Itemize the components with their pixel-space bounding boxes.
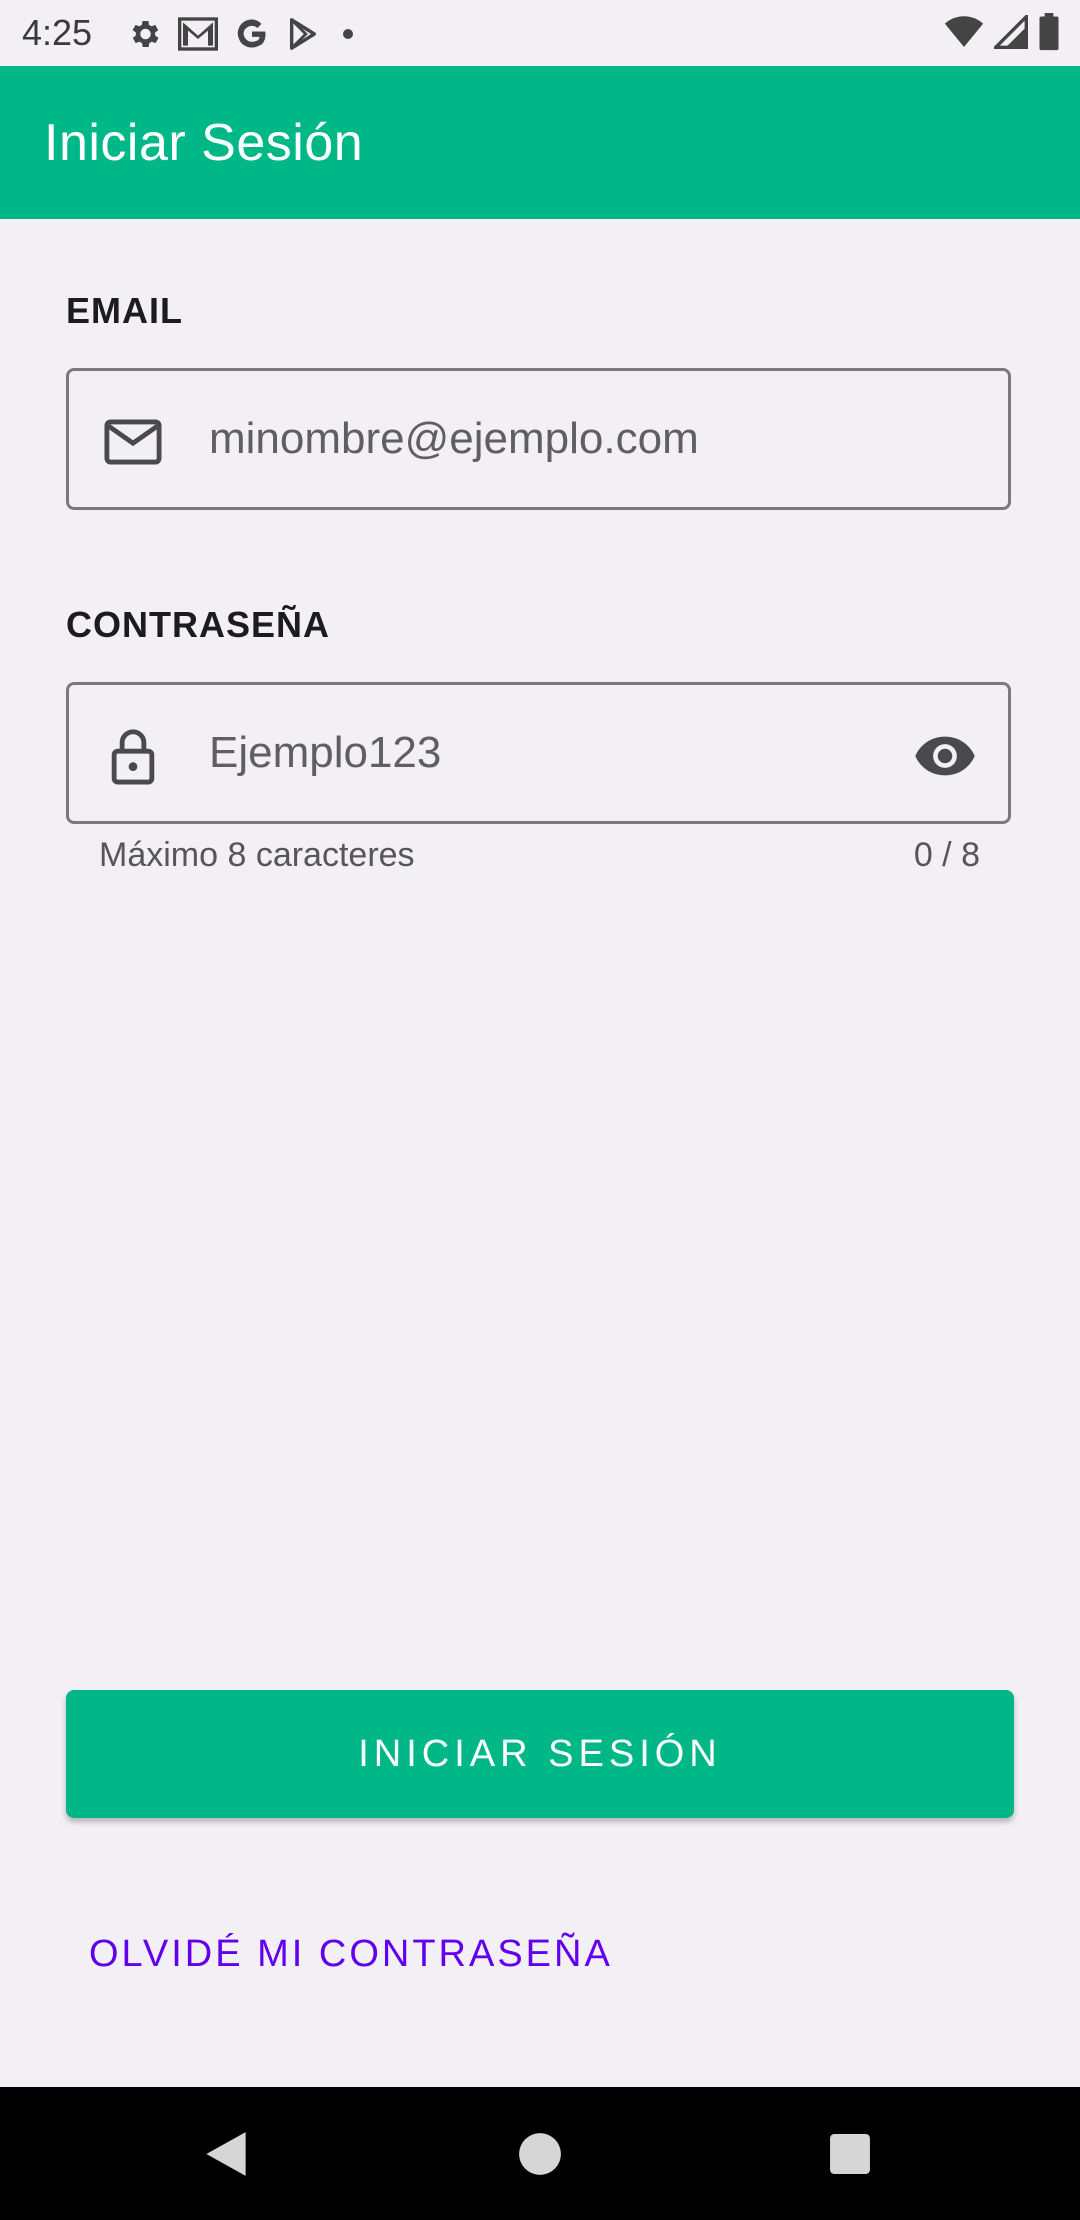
battery-icon — [1038, 12, 1060, 56]
status-time: 4:25 — [22, 12, 93, 53]
dot-icon — [336, 16, 360, 52]
mail-icon — [103, 412, 163, 472]
forgot-password-link[interactable]: OLVIDÉ MI CONTRASEÑA — [89, 1933, 613, 1976]
page-title: Iniciar Sesión — [44, 114, 364, 172]
eye-icon[interactable] — [912, 726, 978, 786]
back-icon[interactable] — [166, 2087, 286, 2220]
login-screen: 4:25 Iniciar Sesión EMAIL minombre@ejemp… — [0, 0, 1080, 2220]
email-value: minombre@ejemplo.com — [209, 414, 699, 463]
status-bar: 4:25 — [0, 0, 1080, 66]
recents-icon[interactable] — [790, 2087, 910, 2220]
email-field[interactable]: minombre@ejemplo.com — [66, 368, 1011, 510]
email-label: EMAIL — [66, 290, 183, 331]
google-icon — [234, 16, 270, 52]
system-icons — [944, 12, 1060, 56]
play-store-icon — [286, 16, 320, 52]
gear-icon — [126, 16, 162, 52]
lock-icon — [103, 726, 163, 786]
login-button[interactable]: INICIAR SESIÓN — [66, 1690, 1014, 1818]
home-icon[interactable] — [480, 2087, 600, 2220]
password-field[interactable]: Ejemplo123 — [66, 682, 1011, 824]
password-value: Ejemplo123 — [209, 728, 442, 777]
password-helper-text: Máximo 8 caracteres — [99, 836, 415, 874]
notification-icons — [126, 14, 360, 54]
signal-icon — [991, 12, 1028, 54]
password-char-counter: 0 / 8 — [913, 836, 980, 874]
navigation-bar — [0, 2087, 1080, 2220]
gmail-icon — [178, 17, 218, 51]
app-bar: Iniciar Sesión — [0, 66, 1080, 219]
wifi-icon — [944, 15, 984, 54]
password-label: CONTRASEÑA — [66, 604, 331, 645]
